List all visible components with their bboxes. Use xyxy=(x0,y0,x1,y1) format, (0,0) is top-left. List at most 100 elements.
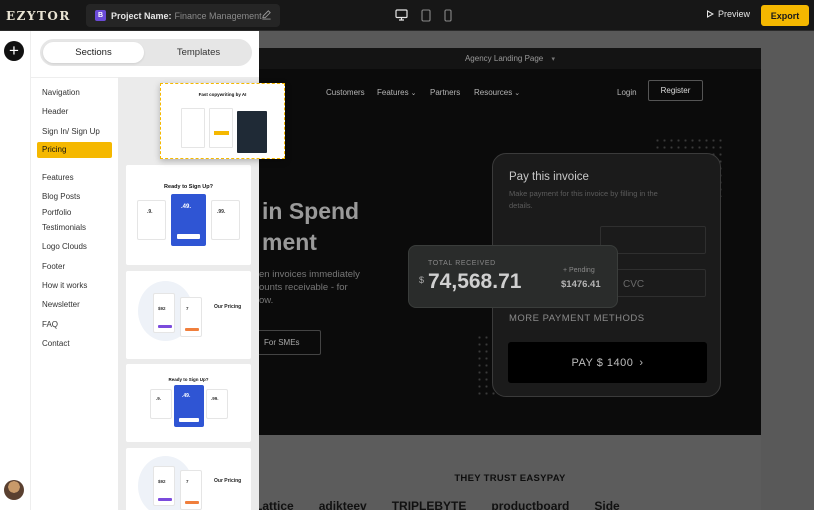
thumb-card: 7 xyxy=(180,297,202,337)
editor-canvas: Agency Landing Page ▾ Customers Features… xyxy=(259,31,814,510)
nav-resources[interactable]: Resources ⌄ xyxy=(474,88,520,97)
category-pricing[interactable]: Pricing xyxy=(37,142,112,158)
thumb-button xyxy=(158,498,172,501)
project-value: Finance Management xyxy=(174,10,262,21)
logo-adikteev: adikteev xyxy=(318,499,367,510)
pricing-template-3[interactable]: Ready to Sign Up? .9. .49. .99. xyxy=(126,364,251,442)
thumb-price: $92 xyxy=(158,479,166,484)
drag-title: Fast copywriting by AI xyxy=(198,92,247,97)
export-button[interactable]: Export xyxy=(761,5,809,26)
more-payment-methods-link[interactable]: MORE PAYMENT METHODS xyxy=(509,313,645,324)
edit-pencil-icon[interactable] xyxy=(261,9,272,22)
partner-logos: Lattice adikteev TRIPLEBYTE productboard… xyxy=(259,499,620,510)
trust-section: THEY TRUST EASYPAY Lattice adikteev TRIP… xyxy=(259,435,761,510)
preview-button[interactable]: Preview xyxy=(706,9,750,19)
thumb-title: Our Pricing xyxy=(214,304,242,310)
logo-lattice: Lattice xyxy=(259,499,294,510)
thumb-card: $92 xyxy=(153,293,175,333)
hero-heading-line1: in Spend xyxy=(262,198,360,224)
thumb-card: .99. xyxy=(211,200,240,240)
category-features[interactable]: Features xyxy=(42,173,74,182)
desktop-view-icon[interactable] xyxy=(394,8,408,22)
chevron-down-icon: ⌄ xyxy=(514,89,521,97)
page-title-bar[interactable]: Agency Landing Page ▾ xyxy=(259,48,761,69)
category-sign-in[interactable]: Sign In/ Sign Up xyxy=(42,127,100,136)
category-header[interactable]: Header xyxy=(42,107,68,116)
thumb-card: .9. xyxy=(150,389,172,419)
pay-button-label: PAY $ 1400 xyxy=(571,356,634,369)
play-icon xyxy=(707,10,714,18)
login-link[interactable]: Login xyxy=(617,88,637,97)
nav-customers[interactable]: Customers xyxy=(326,88,365,97)
left-rail: + xyxy=(0,31,30,510)
avatar[interactable] xyxy=(4,480,24,500)
total-received-card: TOTAL RECEIVED $ 74,568.71 + Pending $14… xyxy=(408,245,618,308)
total-amount: 74,568.71 xyxy=(428,270,522,293)
tablet-view-icon[interactable] xyxy=(420,8,432,22)
category-testimonials[interactable]: Testimonials xyxy=(42,223,86,232)
preview-label: Preview xyxy=(718,9,751,19)
pricing-template-4[interactable]: $92 7 Our Pricing xyxy=(126,448,251,510)
tab-sections[interactable]: Sections xyxy=(43,42,144,63)
category-blog-posts[interactable]: Blog Posts xyxy=(42,192,80,201)
logo-productboard: productboard xyxy=(491,499,570,510)
invoice-subtitle: Make payment for this invoice by filling… xyxy=(509,189,658,210)
thumb-price: .49. xyxy=(181,204,192,210)
thumb-card: $92 xyxy=(153,466,175,506)
chevron-down-icon: ⌄ xyxy=(410,89,417,97)
thumb-price: 7 xyxy=(186,306,189,311)
trust-heading: THEY TRUST EASYPAY xyxy=(454,473,566,484)
pricing-template-1[interactable]: Ready to Sign Up? .9. .49. .99. xyxy=(126,165,251,265)
pay-button[interactable]: PAY $ 1400 › xyxy=(508,342,707,383)
tab-templates[interactable]: Templates xyxy=(148,42,249,63)
register-button[interactable]: Register xyxy=(648,80,703,101)
dragged-template-preview[interactable]: Fast copywriting by AI xyxy=(160,83,285,159)
hero-subtext-line2: ounts receivable - for xyxy=(259,282,348,293)
category-portfolio[interactable]: Portfolio xyxy=(42,208,71,217)
drag-button xyxy=(214,131,229,135)
chevron-down-icon: ▾ xyxy=(551,56,556,63)
pending-label: + Pending xyxy=(563,267,595,274)
thumb-button xyxy=(179,418,199,422)
thumb-featured-card: .49. xyxy=(171,194,206,246)
category-logo-clouds[interactable]: Logo Clouds xyxy=(42,242,87,251)
category-list: Navigation Header Sign In/ Sign Up Prici… xyxy=(31,77,118,510)
project-name-field[interactable]: B Project Name: Finance Management xyxy=(86,4,280,27)
thumb-price: .9. xyxy=(156,396,162,401)
thumb-card: 7 xyxy=(180,470,202,510)
pricing-template-2[interactable]: $92 7 Our Pricing xyxy=(126,271,251,359)
panel-tab-switch: Sections Templates xyxy=(40,39,252,66)
mobile-view-icon[interactable] xyxy=(443,8,453,22)
thumb-price: .9. xyxy=(147,209,153,215)
thumb-title: Ready to Sign Up? xyxy=(164,184,213,190)
nav-partners[interactable]: Partners xyxy=(430,88,460,97)
landing-page-preview: Agency Landing Page ▾ Customers Features… xyxy=(259,48,761,510)
thumb-title: Our Pricing xyxy=(214,478,242,484)
thumb-price: .49. xyxy=(182,393,191,399)
category-faq[interactable]: FAQ xyxy=(42,320,58,329)
chevron-right-icon: › xyxy=(639,356,644,369)
category-how-it-works[interactable]: How it works xyxy=(42,281,87,290)
page-title: Agency Landing Page xyxy=(464,54,544,63)
thumb-card: .99. xyxy=(206,389,228,419)
thumb-button xyxy=(177,234,200,239)
thumb-button xyxy=(185,328,199,331)
logo-triplebyte: TRIPLEBYTE xyxy=(391,499,467,510)
thumb-button xyxy=(185,501,199,504)
thumb-title: Ready to Sign Up? xyxy=(168,377,209,382)
category-newsletter[interactable]: Newsletter xyxy=(42,300,80,309)
cta-for-smes-button[interactable]: For SMEs xyxy=(259,330,321,355)
category-footer[interactable]: Footer xyxy=(42,262,65,271)
thumb-button xyxy=(158,325,172,328)
thumb-price: 7 xyxy=(186,479,189,484)
drag-card xyxy=(181,108,205,148)
hero-subtext-line3: ow. xyxy=(259,295,274,306)
top-bar: EZYTOR B Project Name: Finance Managemen… xyxy=(0,0,814,31)
thumb-price: .99. xyxy=(217,209,226,215)
add-section-button[interactable]: + xyxy=(4,41,24,61)
thumb-price: $92 xyxy=(158,306,166,311)
hero-subtext-line1: en invoices immediately xyxy=(259,269,360,280)
category-navigation[interactable]: Navigation xyxy=(42,88,80,97)
category-contact[interactable]: Contact xyxy=(42,339,70,348)
nav-features[interactable]: Features ⌄ xyxy=(377,88,416,97)
